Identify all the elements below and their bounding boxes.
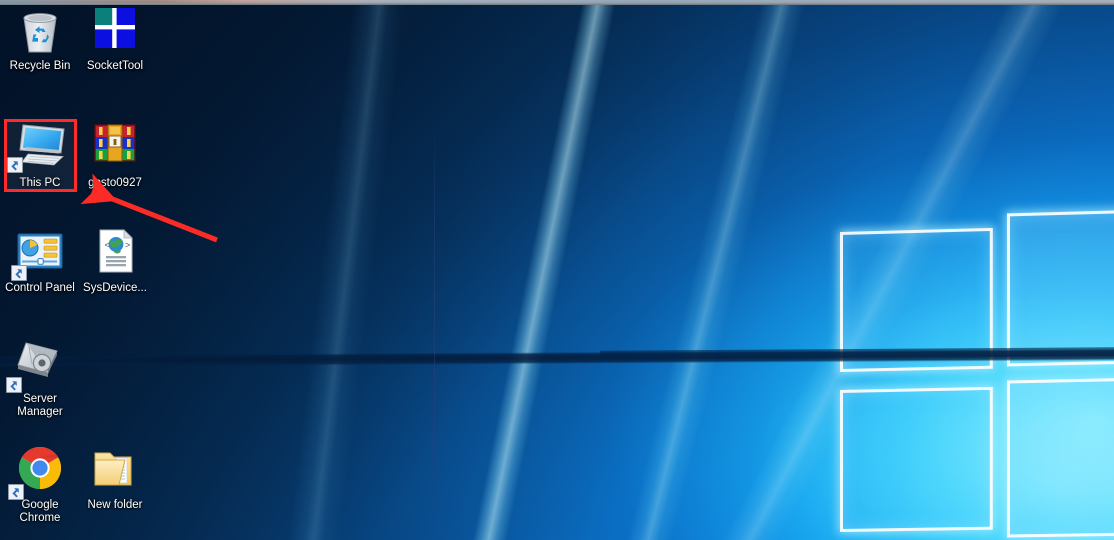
desktop-icon-sockettool[interactable]: SocketTool bbox=[77, 4, 153, 73]
desktop-surface[interactable]: Recycle Bin SocketTool This PC gpsto0927… bbox=[0, 0, 1114, 540]
wallpaper-pane-bottom-left bbox=[840, 386, 993, 532]
winrar-archive-icon bbox=[77, 121, 153, 175]
wallpaper-pane-bottom-right bbox=[1006, 374, 1114, 538]
desktop-icon-label: SysDevice... bbox=[83, 282, 147, 294]
svg-text:>: > bbox=[125, 240, 130, 250]
wallpaper-window-glyph bbox=[840, 202, 1114, 540]
shortcut-overlay-icon bbox=[11, 265, 27, 281]
sockettool-icon bbox=[77, 4, 153, 58]
shortcut-overlay-icon bbox=[8, 484, 24, 500]
desktop-icon-this-pc[interactable]: This PC bbox=[2, 115, 78, 192]
folder-icon bbox=[77, 443, 153, 497]
desktop-icon-server-manager[interactable]: Server Manager bbox=[2, 337, 78, 419]
shortcut-overlay-icon bbox=[6, 377, 22, 393]
control-panel-icon bbox=[2, 226, 78, 281]
desktop-icon-label: New folder bbox=[87, 499, 143, 511]
desktop-icon-new-folder[interactable]: New folder bbox=[77, 443, 153, 512]
desktop-icon-label: Control Panel bbox=[5, 282, 75, 294]
shortcut-overlay-icon bbox=[7, 157, 23, 173]
recycle-bin-icon bbox=[2, 4, 78, 58]
google-chrome-icon bbox=[2, 443, 78, 500]
desktop-icon-control-panel[interactable]: Control Panel bbox=[2, 226, 78, 295]
desktop-icon-label: Google Chrome bbox=[19, 499, 61, 524]
desktop-icon-label: Recycle Bin bbox=[9, 60, 71, 72]
desktop-icon-sysdevice[interactable]: < > SysDevice... bbox=[77, 226, 153, 295]
desktop-icon-label: This PC bbox=[19, 177, 61, 189]
window-chrome-strip-tint bbox=[0, 0, 1114, 3]
wallpaper-pane-top-right bbox=[1006, 205, 1114, 367]
desktop-icon-google-chrome[interactable]: Google Chrome bbox=[2, 443, 78, 525]
desktop-icon-gpsto0927[interactable]: gpsto0927 bbox=[77, 115, 153, 190]
wallpaper-vertical-seam bbox=[434, 112, 435, 540]
server-manager-icon bbox=[2, 337, 78, 393]
desktop-icon-label: gpsto0927 bbox=[88, 177, 142, 189]
desktop-icon-recycle-bin[interactable]: Recycle Bin bbox=[2, 4, 78, 73]
desktop-icon-label: Server Manager bbox=[17, 393, 63, 418]
this-pc-icon bbox=[2, 121, 78, 175]
desktop-icon-label: SocketTool bbox=[86, 60, 144, 72]
html-document-icon: < > bbox=[77, 226, 153, 280]
